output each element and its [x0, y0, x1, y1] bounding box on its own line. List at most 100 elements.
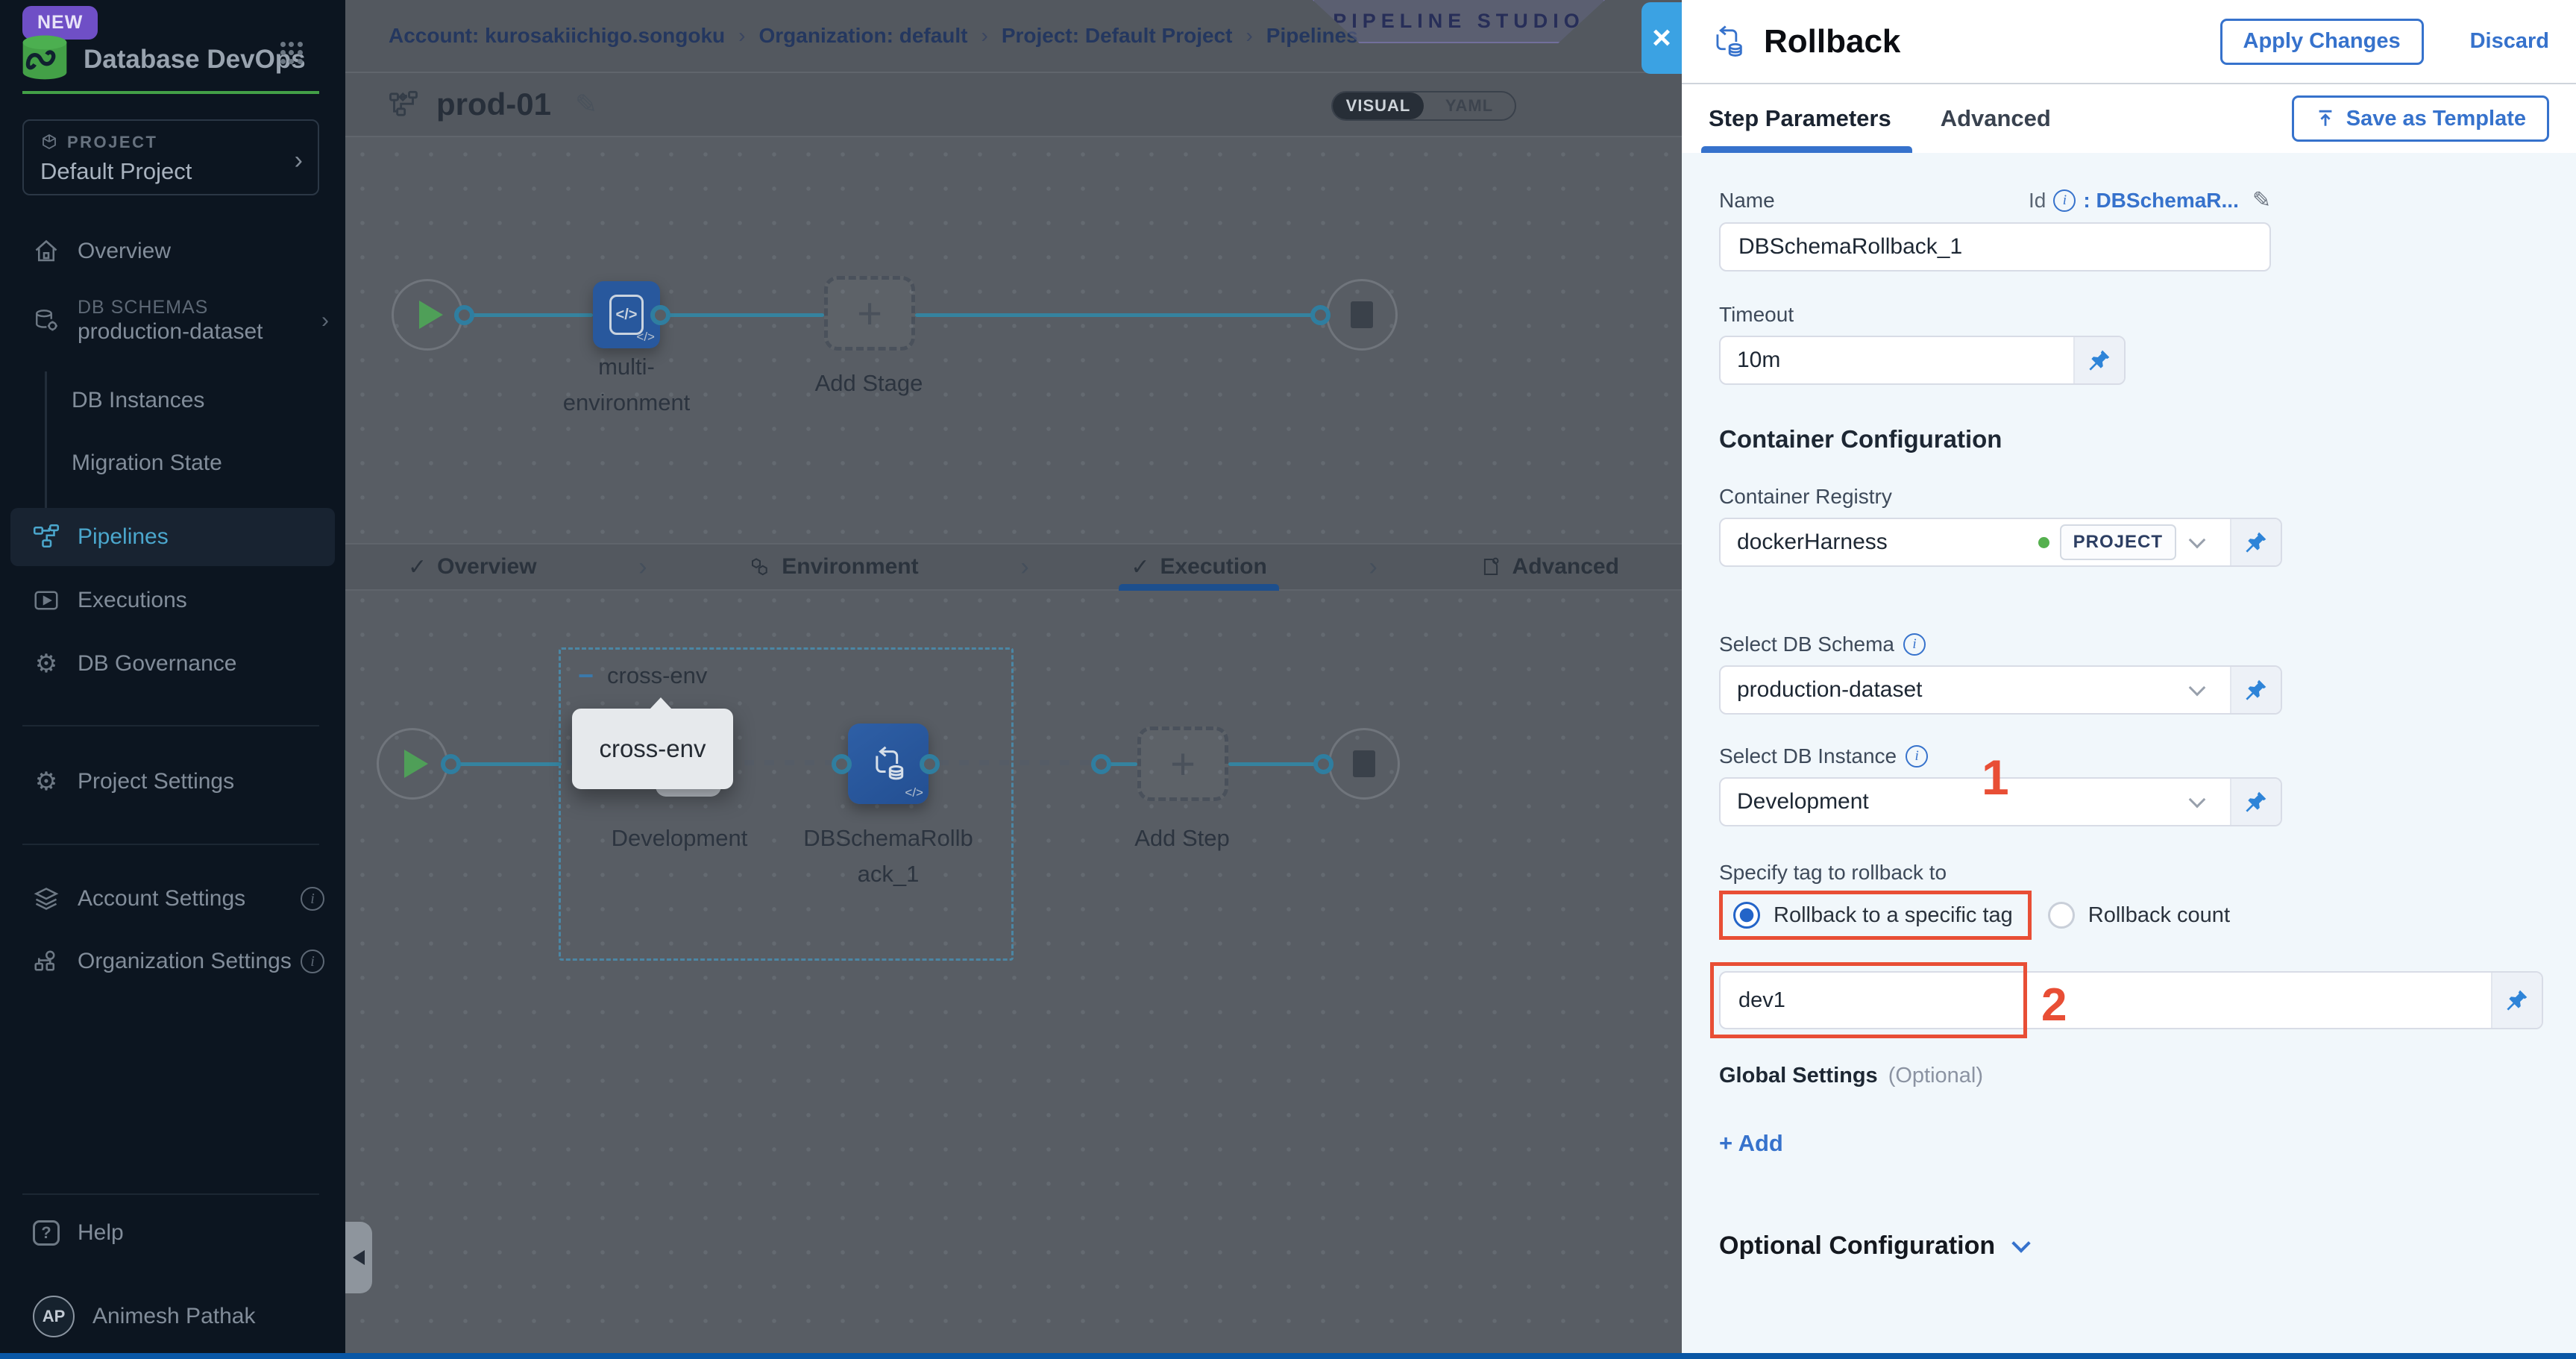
db-instance-select[interactable]: Development	[1721, 779, 2230, 825]
timeout-label: Timeout	[1719, 303, 2576, 327]
bottom-accent-bar	[0, 1353, 2576, 1359]
project-selector[interactable]: PROJECT Default Project ›	[22, 119, 319, 195]
tab-overview[interactable]: ✓ Overview	[408, 544, 537, 589]
container-registry-select[interactable]: dockerHarness PROJECT	[1721, 519, 2230, 565]
info-icon[interactable]: i	[1906, 745, 1928, 768]
panel-header: Rollback Apply Changes Discard	[1682, 0, 2576, 84]
chevron-down-icon	[2011, 1234, 2030, 1252]
tab-execution[interactable]: ✓ Execution	[1131, 544, 1267, 589]
dotted-connector	[939, 760, 1091, 765]
info-icon: i	[301, 950, 324, 973]
connector-line	[915, 313, 1316, 317]
radio-rollback-specific-tag[interactable]	[1733, 902, 1760, 929]
breadcrumb-separator: ›	[981, 24, 988, 48]
breadcrumb-project[interactable]: Project: Default Project	[1002, 24, 1233, 48]
runtime-input-toggle[interactable]	[2230, 667, 2281, 713]
stage-node-label: multi-environment	[548, 349, 705, 421]
tag-input[interactable]	[1721, 973, 2491, 1028]
tab-step-parameters[interactable]: Step Parameters	[1709, 84, 1891, 153]
container-registry-value: dockerHarness	[1737, 530, 2028, 555]
app-switcher-icon[interactable]	[280, 42, 303, 64]
container-registry-label: Container Registry	[1719, 485, 2576, 509]
sidebar-item-db-instances[interactable]: DB Instances	[0, 371, 345, 430]
yaml-toggle[interactable]: YAML	[1424, 92, 1515, 119]
stop-icon	[1353, 750, 1375, 777]
database-devops-logo-icon[interactable]	[21, 34, 69, 81]
sidebar-item-label: DB Governance	[78, 651, 236, 677]
sidebar-divider	[22, 844, 319, 845]
sidebar-item-user[interactable]: AP Animesh Pathak	[0, 1287, 345, 1346]
sidebar-item-help[interactable]: ? Help	[0, 1204, 345, 1262]
connector-port	[1310, 305, 1331, 325]
sidebar-item-label: Account Settings	[78, 886, 245, 911]
sidebar-item-label: Organization Settings	[78, 949, 292, 974]
tab-environment[interactable]: Environment	[749, 544, 918, 589]
apply-changes-button[interactable]: Apply Changes	[2220, 19, 2424, 65]
timeout-input[interactable]: 10m	[1721, 337, 2073, 383]
sidebar-item-organization-settings[interactable]: Organization Settings i	[0, 932, 345, 991]
execution-end-node	[1328, 728, 1400, 800]
step-node-dbschemarollback[interactable]: </>	[848, 724, 929, 804]
add-stage-node[interactable]: +	[824, 276, 915, 351]
save-as-template-button[interactable]: Save as Template	[2292, 95, 2549, 142]
layers-icon	[33, 885, 60, 912]
pipeline-start-node[interactable]	[392, 279, 463, 351]
discard-button[interactable]: Discard	[2470, 29, 2549, 54]
pipeline-studio-badge: PIPELINE STUDIO	[1313, 0, 1605, 43]
collapse-group-icon[interactable]: −	[578, 662, 594, 689]
sidebar-item-migration-state[interactable]: Migration State	[0, 434, 345, 492]
chevron-down-icon	[2189, 791, 2206, 809]
pin-icon	[2505, 988, 2529, 1012]
connector-port	[1091, 754, 1111, 774]
radio-rollback-count[interactable]	[2048, 902, 2075, 929]
help-chat-icon: ?	[33, 1220, 60, 1246]
sidebar-item-account-settings[interactable]: Account Settings i	[0, 870, 345, 928]
executions-icon	[33, 587, 60, 614]
runtime-input-toggle[interactable]	[2230, 779, 2281, 825]
visual-toggle[interactable]: VISUAL	[1333, 92, 1424, 119]
container-configuration-heading: Container Configuration	[1719, 425, 2576, 453]
gear-icon: ⚙	[33, 768, 60, 795]
chevron-right-icon: ›	[1020, 553, 1028, 582]
sidebar-item-superlabel: DB SCHEMAS	[78, 296, 263, 318]
sidebar-item-pipelines[interactable]: Pipelines	[10, 508, 335, 566]
sidebar-item-db-governance[interactable]: ⚙ DB Governance	[0, 635, 345, 693]
add-global-setting-link[interactable]: + Add	[1719, 1130, 1783, 1157]
sidebar-collapse-handle[interactable]	[345, 1222, 372, 1293]
db-schema-select[interactable]: production-dataset	[1721, 667, 2230, 713]
optional-configuration-row[interactable]: Optional Configuration	[1719, 1231, 2576, 1261]
rollback-mode-radio-group: Rollback to a specific tag Rollback coun…	[1719, 891, 2576, 940]
runtime-input-toggle[interactable]	[2073, 337, 2124, 383]
info-icon[interactable]: i	[1903, 633, 1926, 656]
tab-advanced[interactable]: Advanced	[1480, 544, 1619, 589]
sidebar-item-db-schemas[interactable]: DB SCHEMAS production-dataset ›	[0, 285, 345, 357]
name-input[interactable]	[1719, 222, 2271, 272]
step-group-header[interactable]: − cross-env	[578, 662, 707, 689]
edit-id-icon[interactable]: ✎	[2252, 187, 2271, 213]
runtime-input-toggle[interactable]	[2491, 973, 2542, 1028]
project-selector-label: PROJECT	[67, 133, 157, 152]
sidebar-divider	[22, 725, 319, 726]
tab-advanced-panel[interactable]: Advanced	[1941, 84, 2051, 153]
select-db-schema-label: Select DB Schema	[1719, 633, 1894, 656]
step-parameters-form: Name Id i : DBSchemaR... ✎ Timeout 10m C…	[1682, 153, 2576, 1359]
rollback-tag-section: 1 Specify tag to rollback to Rollback to…	[1719, 861, 2576, 940]
runtime-input-toggle[interactable]	[2230, 519, 2281, 565]
step-group-label: cross-env	[607, 662, 707, 689]
sidebar-item-overview[interactable]: Overview	[0, 222, 345, 280]
breadcrumb-account[interactable]: Account: kurosakiichigo.songoku	[389, 24, 725, 48]
chevron-right-icon: ›	[321, 307, 329, 334]
add-step-node[interactable]: +	[1137, 726, 1228, 801]
sidebar-item-project-settings[interactable]: ⚙ Project Settings	[0, 753, 345, 811]
breadcrumb-organization[interactable]: Organization: default	[759, 24, 968, 48]
connector-port	[454, 305, 474, 325]
close-drawer-button[interactable]: ×	[1642, 2, 1682, 74]
edit-pipeline-icon[interactable]: ✎	[575, 89, 597, 120]
container-registry-group: dockerHarness PROJECT	[1719, 518, 2282, 567]
info-icon[interactable]: i	[2053, 189, 2076, 212]
avatar: AP	[33, 1296, 75, 1337]
connector-line	[466, 313, 593, 317]
stage-tabs: ✓ Overview › Environment › ✓ Execution ›…	[345, 543, 1682, 591]
tab-label: Advanced	[1512, 554, 1619, 580]
sidebar-item-executions[interactable]: Executions	[0, 571, 345, 630]
